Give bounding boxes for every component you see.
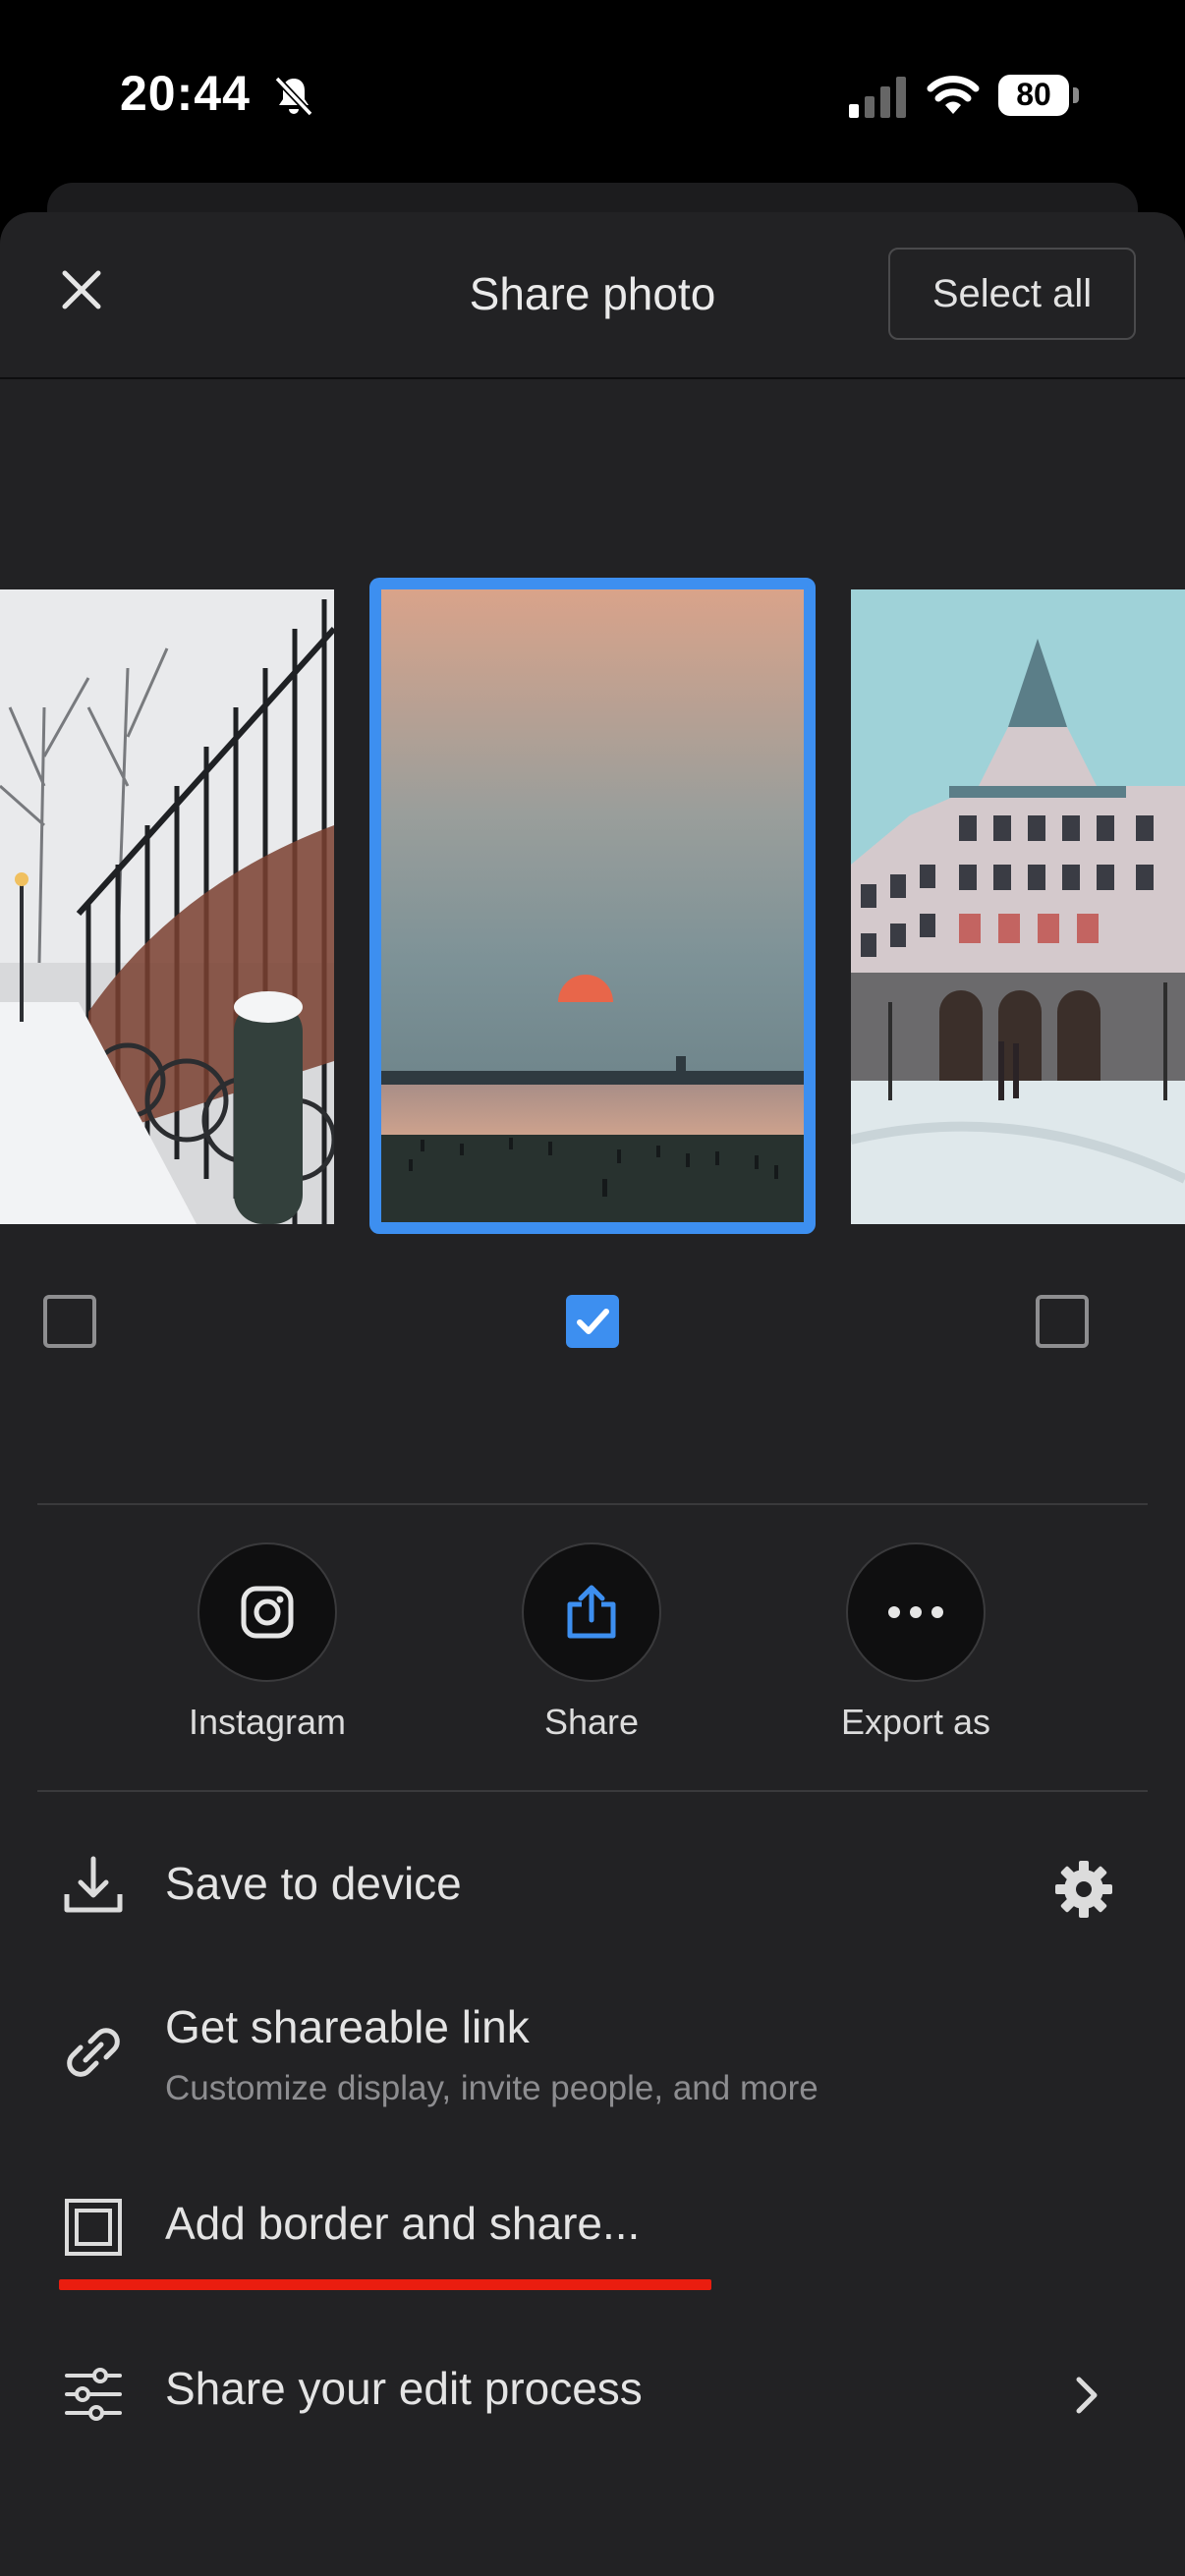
export-as-label: Export as: [840, 1702, 991, 1742]
more-icon: [888, 1606, 943, 1618]
share-icon: [567, 1585, 616, 1639]
add-border-label: Add border and share...: [165, 2198, 641, 2249]
export-as-button[interactable]: Export as: [808, 1542, 1024, 1743]
battery-percent: 80: [1016, 77, 1051, 112]
status-bar: 20:44 80: [0, 0, 1185, 187]
shareable-link-label: Get shareable link: [165, 2001, 530, 2052]
instagram-label: Instagram: [188, 1702, 347, 1742]
share-button[interactable]: Share: [483, 1542, 700, 1743]
shareable-link-subtitle: Customize display, invite people, and mo…: [165, 2069, 818, 2107]
photo-thumbnail-snowy-bikes[interactable]: [0, 589, 334, 1224]
select-all-button[interactable]: Select all: [888, 248, 1136, 340]
photo-checkbox-1[interactable]: [43, 1295, 96, 1348]
cellular-signal-icon: [849, 77, 906, 118]
instagram-button[interactable]: Instagram: [159, 1542, 375, 1743]
battery-indicator: 80: [998, 75, 1079, 118]
border-frame-icon: [65, 2199, 122, 2256]
link-icon: [67, 2028, 120, 2077]
chevron-right-icon[interactable]: [1069, 2372, 1104, 2419]
save-to-device-label: Save to device: [165, 1858, 462, 1909]
highlight-underline: [59, 2279, 711, 2290]
photo-thumbnail-passage-building[interactable]: [851, 589, 1185, 1224]
photo-checkbox-3[interactable]: [1036, 1295, 1089, 1348]
instagram-icon: [241, 1586, 294, 1639]
checkmark-icon: [577, 1309, 609, 1334]
silent-bell-icon: [274, 76, 313, 117]
share-label: Share: [543, 1702, 640, 1742]
status-time: 20:44: [120, 66, 251, 121]
wifi-icon: [927, 76, 980, 114]
gear-icon[interactable]: [1051, 1857, 1116, 1922]
photo-checkbox-2-checked[interactable]: [566, 1295, 619, 1348]
sliders-icon: [65, 2368, 122, 2421]
section-divider: [37, 1790, 1148, 1792]
header-divider: [0, 377, 1185, 379]
photo-thumbnail-sunset-beach[interactable]: [381, 589, 804, 1222]
share-edit-process-label: Share your edit process: [165, 2363, 643, 2414]
download-icon: [64, 1856, 123, 1913]
section-divider: [37, 1503, 1148, 1505]
